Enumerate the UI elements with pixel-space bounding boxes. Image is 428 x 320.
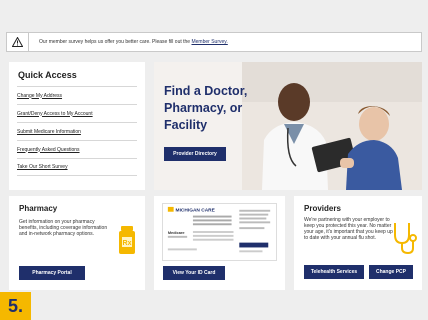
quick-access-item[interactable]: Submit Medicare Information (17, 122, 137, 140)
id-card-panel: MICHIGAN CARE Medicare View Your ID Card (154, 196, 285, 290)
change-pcp-button[interactable]: Change PCP (369, 265, 413, 279)
quick-access-list: Change My Address Grant/Deny Access to M… (17, 86, 137, 176)
provider-directory-button[interactable]: Provider Directory (164, 147, 226, 161)
pill-bottle-icon: Rx (119, 226, 135, 254)
hero-heading: Find a Doctor, Pharmacy, or Facility (164, 84, 248, 132)
quick-access-item[interactable]: Frequently Asked Questions (17, 140, 137, 158)
telehealth-services-button[interactable]: Telehealth Services (304, 265, 364, 279)
stethoscope-icon (394, 223, 417, 255)
pharmacy-description: Get information on your pharmacy benefit… (19, 219, 108, 237)
pharmacy-title: Pharmacy (19, 204, 58, 213)
member-survey-link[interactable]: Member Survey. (191, 39, 227, 45)
providers-title: Providers (304, 204, 341, 213)
id-card-brand: MICHIGAN CARE (176, 208, 216, 214)
member-id-card-image: MICHIGAN CARE Medicare (162, 203, 277, 261)
warning-icon (7, 33, 29, 51)
find-doctor-hero: Find a Doctor, Pharmacy, or Facility Pro… (154, 62, 422, 190)
banner-message: Our member survey helps us offer you bet… (29, 39, 228, 45)
quick-access-panel: Quick Access Change My Address Grant/Den… (9, 62, 145, 190)
providers-description: We're partnering with your employer to k… (304, 217, 393, 241)
change-address-link[interactable]: Change My Address (17, 93, 62, 99)
quick-access-item[interactable]: Grant/Deny Access to My Account (17, 104, 137, 122)
member-survey-banner: Our member survey helps us offer you bet… (6, 32, 422, 52)
short-survey-link[interactable]: Take Our Short Survey (17, 164, 68, 170)
quick-access-title: Quick Access (18, 70, 77, 80)
quick-access-item[interactable]: Take Our Short Survey (17, 158, 137, 176)
pharmacy-card: Pharmacy Get information on your pharmac… (9, 196, 145, 290)
providers-card: Providers We're partnering with your emp… (294, 196, 422, 290)
grant-deny-access-link[interactable]: Grant/Deny Access to My Account (17, 111, 93, 117)
pharmacy-portal-button[interactable]: Pharmacy Portal (19, 266, 85, 280)
id-card-plan-label: Medicare (168, 231, 186, 235)
step-number-badge: 5. (0, 292, 31, 320)
svg-text:Rx: Rx (123, 240, 132, 247)
submit-medicare-link[interactable]: Submit Medicare Information (17, 129, 81, 135)
quick-access-item[interactable]: Change My Address (17, 86, 137, 104)
banner-text: Our member survey helps us offer you bet… (39, 39, 191, 45)
faq-link[interactable]: Frequently Asked Questions (17, 147, 80, 153)
view-id-card-button[interactable]: View Your ID Card (163, 266, 225, 280)
